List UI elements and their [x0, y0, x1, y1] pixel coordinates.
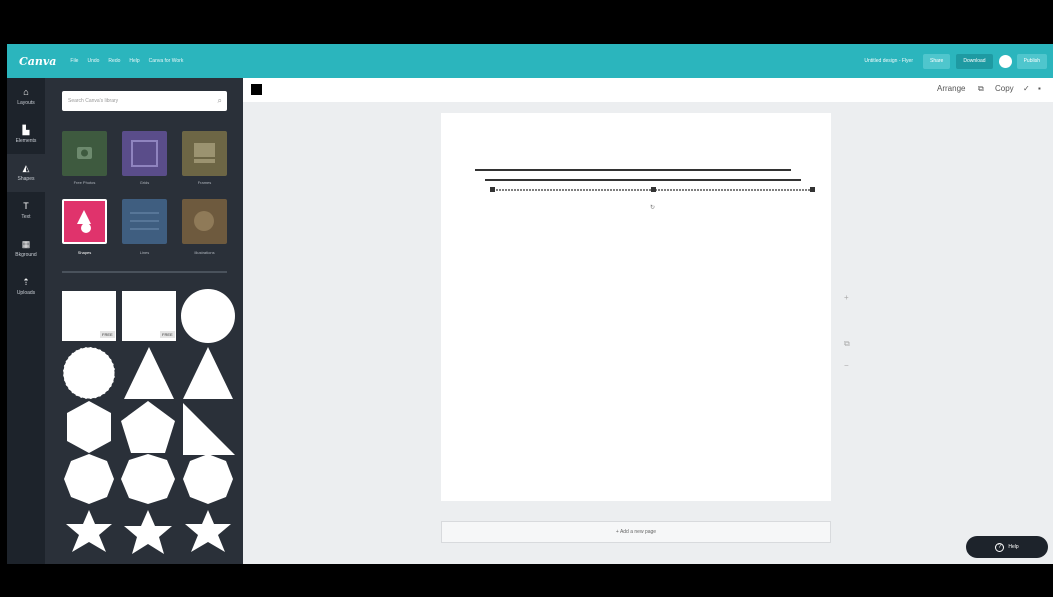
rail-label: Shapes [17, 176, 35, 182]
shape-row-3 [67, 401, 235, 455]
upload-icon: ⇡ [22, 277, 30, 287]
page-down-icon[interactable]: − [844, 361, 849, 370]
rail-label: Bkground [15, 252, 37, 258]
avatar[interactable] [998, 54, 1012, 68]
shape-triangle[interactable] [124, 347, 174, 399]
category-free-photos[interactable] [62, 131, 107, 176]
shape-star-6-alt[interactable] [185, 510, 231, 552]
grid-icon [131, 140, 158, 167]
search-input[interactable]: Search Canva's library ⌕ [62, 91, 227, 111]
design-page[interactable]: ↻ [441, 113, 831, 501]
panel-divider [62, 271, 227, 273]
menu-help[interactable]: Help [129, 58, 139, 64]
text-icon: T [23, 201, 29, 211]
search-placeholder: Search Canva's library [68, 98, 119, 104]
category-label: Free Photos [73, 180, 96, 185]
menu-file[interactable]: File [70, 58, 78, 64]
category-label: Illustrations [194, 250, 215, 255]
shape-star-5[interactable] [124, 510, 172, 554]
shape-octagon-3[interactable] [183, 454, 233, 504]
shape-triangle-alt[interactable] [183, 347, 233, 399]
rail-item-background[interactable]: ▦ Bkground [7, 230, 45, 268]
menu-canva-for-work[interactable]: Canva for Work [149, 58, 184, 64]
background-icon: ▦ [21, 239, 31, 249]
page-content: ↻ [475, 169, 815, 211]
shapes-icon: ◭ [22, 163, 30, 173]
category-grids[interactable] [122, 131, 167, 176]
rail-item-shapes[interactable]: ◭ Shapes [7, 154, 45, 192]
category-label: Frames [197, 180, 212, 185]
rotate-icon[interactable]: ↻ [650, 204, 655, 211]
rail-label: Uploads [16, 290, 36, 296]
link-icon[interactable]: ✓ [1023, 84, 1030, 93]
letterbox-bottom [7, 564, 1053, 597]
line-handle-mid[interactable] [651, 187, 656, 192]
help-label: Help [1008, 544, 1019, 550]
rail-label: Text [21, 214, 31, 220]
top-navigation-bar: Canva File Undo Redo Help Canva for Work… [7, 44, 1053, 78]
top-menu: File Undo Redo Help Canva for Work [70, 58, 183, 64]
download-button[interactable]: Download [956, 53, 993, 69]
free-badge: FREE [100, 331, 115, 338]
screen-frame: Canva File Undo Redo Help Canva for Work… [7, 7, 1053, 597]
arrange-button[interactable]: Arrange [937, 84, 965, 93]
canva-logo[interactable]: Canva [19, 55, 56, 68]
shape-octagon[interactable] [64, 454, 114, 504]
category-lines[interactable] [122, 199, 167, 244]
shape-row-2 [62, 346, 233, 400]
category-label: Lines [139, 250, 150, 255]
shape-dashed-circle[interactable] [62, 346, 116, 400]
left-icon-rail: ⌂ Layouts ▙ Elements ◭ Shapes T Text ▦ B… [7, 78, 45, 564]
page-up-icon[interactable]: + [844, 293, 849, 302]
color-picker-swatch[interactable] [251, 84, 262, 95]
shape-pentagon[interactable] [121, 401, 175, 453]
line-handle-right[interactable] [810, 187, 815, 192]
design-workspace: Arrange ⧉ Copy ✓ ▪ ↻ + ⧉ − + Add a new p… [243, 78, 1053, 564]
rail-item-elements[interactable]: ▙ Elements [7, 116, 45, 154]
copy-icon[interactable]: ⧉ [978, 84, 984, 94]
share-button[interactable]: Share [923, 53, 951, 69]
menu-undo[interactable]: Undo [87, 58, 99, 64]
element-toolbar: Arrange ⧉ Copy ✓ ▪ [243, 78, 1053, 102]
copy-label[interactable]: Copy [995, 84, 1014, 93]
help-button[interactable]: ? Help [966, 536, 1048, 558]
question-icon: ? [995, 542, 1005, 552]
rail-item-layouts[interactable]: ⌂ Layouts [7, 78, 45, 116]
frame-icon [194, 143, 215, 163]
delete-icon[interactable]: ▪ [1038, 84, 1041, 93]
line-handle-left[interactable] [490, 187, 495, 192]
shapes-category-icon [77, 210, 91, 233]
shape-star-6[interactable] [66, 510, 112, 552]
rail-label: Elements [15, 138, 37, 144]
shape-row-5 [66, 510, 231, 554]
rail-item-text[interactable]: T Text [7, 192, 45, 230]
category-label: Grids [139, 180, 150, 185]
category-frames[interactable] [182, 131, 227, 176]
illustration-icon [194, 211, 214, 231]
shape-octagon-2[interactable] [121, 454, 175, 504]
rail-label: Layouts [17, 100, 35, 106]
shape-right-triangle[interactable] [183, 403, 235, 455]
search-icon[interactable]: ⌕ [218, 96, 222, 106]
menu-redo[interactable]: Redo [108, 58, 120, 64]
category-illustrations[interactable] [182, 199, 227, 244]
category-shapes[interactable] [62, 199, 107, 244]
add-page-button[interactable]: + Add a new page [441, 521, 831, 543]
free-badge: FREE [160, 331, 175, 338]
category-label: Shapes [77, 250, 92, 255]
duplicate-page-icon[interactable]: ⧉ [844, 339, 850, 349]
elements-panel: Search Canva's library ⌕ Free Photos Gri… [45, 78, 243, 564]
shape-row-4 [64, 454, 233, 504]
letterbox-top [7, 7, 1053, 44]
rail-item-uploads[interactable]: ⇡ Uploads [7, 268, 45, 306]
lines-icon [130, 212, 159, 230]
camera-icon [77, 147, 92, 159]
document-title[interactable]: Untitled design - Flyer [864, 58, 913, 64]
layout-icon: ⌂ [23, 87, 29, 97]
shape-circle[interactable] [181, 289, 235, 343]
publish-button[interactable]: Publish [1016, 53, 1047, 69]
shape-hexagon[interactable] [67, 401, 111, 453]
layers-icon: ▙ [22, 125, 30, 135]
